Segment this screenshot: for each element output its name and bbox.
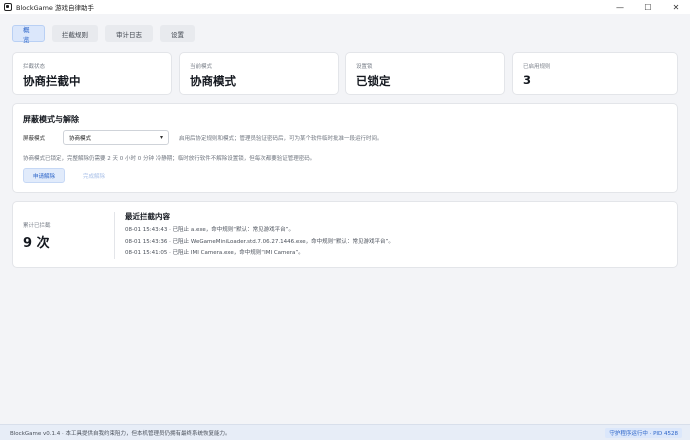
stat-label: 已启用规则 bbox=[523, 64, 551, 70]
stat-label: 拦截状态 bbox=[23, 64, 46, 70]
cooldown-notice: 协商模式已锁定，完整解除仍需要 2 天 0 小时 0 分钟 冷静期；临时放行软件… bbox=[23, 156, 316, 162]
stat-value: 协商拦截中 bbox=[23, 74, 81, 88]
mode-hint: 启用后协定规则和模式；管理员验证密码后，可为某个软件临时批准一段运行时间。 bbox=[179, 135, 383, 142]
stat-card-block-status: 拦截状态 协商拦截中 bbox=[12, 52, 172, 95]
window-title: BlockGame 游戏自律助手 bbox=[16, 4, 94, 12]
mode-select-value: 协商模式 bbox=[69, 135, 92, 142]
divider bbox=[114, 212, 115, 259]
minimize-button[interactable]: — bbox=[606, 0, 634, 14]
block-stats-card: 累计已拦截 9 次 最近拦截内容 08-01 15:43:43 · 已阻止 a.… bbox=[12, 201, 678, 268]
tab-block-rules[interactable]: 拦截规则 bbox=[52, 25, 98, 42]
request-unlock-button[interactable]: 申请解除 bbox=[23, 168, 65, 183]
list-item: 08-01 15:43:36 · 已阻止 WeGameMiniLoader.st… bbox=[125, 238, 394, 245]
tab-audit-log[interactable]: 审计日志 bbox=[105, 25, 153, 42]
stat-card-current-mode: 当前模式 协商模式 bbox=[179, 52, 339, 95]
app-logo-icon bbox=[4, 3, 12, 11]
main-tabs: 概览 拦截规则 审计日志 设置 bbox=[12, 25, 195, 44]
window-controls: — ☐ ✕ bbox=[606, 0, 690, 14]
action-buttons: 申请解除 完成解除 bbox=[23, 168, 115, 183]
list-item: 08-01 15:41:05 · 已阻止 IMI Camera.exe，命中规则… bbox=[125, 250, 304, 256]
total-blocked-label: 累计已拦截 bbox=[23, 223, 51, 229]
close-button[interactable]: ✕ bbox=[662, 0, 690, 14]
title-bar: BlockGame 游戏自律助手 — ☐ ✕ bbox=[0, 0, 690, 14]
stat-label: 当前模式 bbox=[190, 64, 213, 70]
stat-card-enabled-rules: 已启用规则 3 bbox=[512, 52, 678, 95]
daemon-status-badge: 守护程序运行中 · PID 4528 bbox=[605, 428, 682, 438]
recent-blocks-title: 最近拦截内容 bbox=[125, 212, 170, 221]
stat-value: 3 bbox=[523, 73, 532, 87]
status-bar: BlockGame v0.1.4 · 本工具提供自我约束阻力，但本机管理员仍拥有… bbox=[0, 424, 690, 440]
mode-select-row: 屏蔽模式 协商模式 ▾ 启用后协定规则和模式；管理员验证密码后，可为某个软件临时… bbox=[23, 130, 383, 145]
stat-card-settings-lock: 设置锁 已锁定 bbox=[345, 52, 505, 95]
list-item: 08-01 15:43:43 · 已阻止 a.exe，命中规则“默认：常见游戏平… bbox=[125, 227, 295, 233]
maximize-button[interactable]: ☐ bbox=[634, 0, 662, 14]
mode-select-label: 屏蔽模式 bbox=[23, 135, 46, 142]
stat-value: 已锁定 bbox=[356, 74, 391, 88]
total-blocked-value: 9 次 bbox=[23, 236, 50, 251]
chevron-down-icon: ▾ bbox=[159, 134, 163, 141]
tab-overview[interactable]: 概览 bbox=[12, 25, 45, 44]
section-title: 屏蔽模式与解除 bbox=[23, 115, 79, 124]
finish-unlock-button[interactable]: 完成解除 bbox=[73, 168, 115, 183]
tab-settings[interactable]: 设置 bbox=[160, 25, 195, 42]
block-mode-card: 屏蔽模式与解除 屏蔽模式 协商模式 ▾ 启用后协定规则和模式；管理员验证密码后，… bbox=[12, 103, 678, 193]
stat-label: 设置锁 bbox=[356, 64, 373, 70]
status-text: BlockGame v0.1.4 · 本工具提供自我约束阻力，但本机管理员仍拥有… bbox=[10, 430, 231, 437]
stat-value: 协商模式 bbox=[190, 74, 236, 88]
mode-select[interactable]: 协商模式 ▾ bbox=[63, 130, 169, 145]
recent-blocks-list: 08-01 15:43:43 · 已阻止 a.exe，命中规则“默认：常见游戏平… bbox=[125, 225, 394, 260]
